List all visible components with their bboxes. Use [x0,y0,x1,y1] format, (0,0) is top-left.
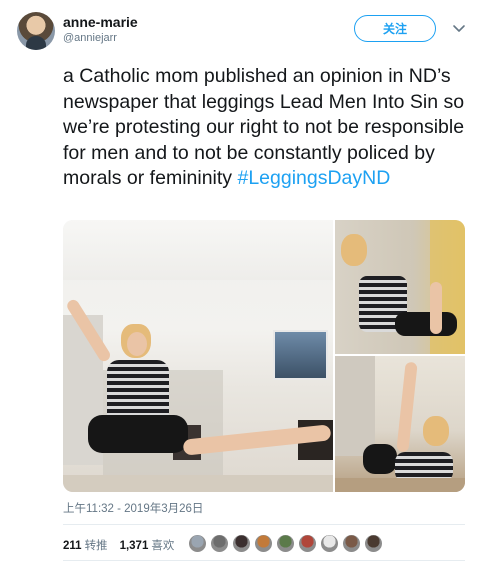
photo-bottom-right[interactable] [335,356,465,492]
timestamp[interactable]: 上午11:32 - 2019年3月26日 [63,500,203,516]
tweet-text: a Catholic mom published an opinion in N… [63,64,473,192]
follow-button[interactable]: 关注 [354,15,436,42]
liker-avatar[interactable] [320,534,339,553]
liker-avatar[interactable] [210,534,229,553]
photo-top-right[interactable] [335,220,465,354]
avatar[interactable] [17,12,55,50]
retweets-label: 转推 [84,540,108,552]
liker-avatar[interactable] [364,534,383,553]
retweets-stat[interactable]: 211 转推 [63,537,108,553]
liker-avatar[interactable] [298,534,317,553]
divider [63,524,465,525]
tweet-stats: 211 转推 1,371 喜欢 [63,537,174,553]
likes-label: 喜欢 [151,540,175,552]
liker-avatar[interactable] [342,534,361,553]
chevron-down-icon[interactable] [452,21,466,35]
liker-avatar[interactable] [276,534,295,553]
hashtag-link[interactable]: #LeggingsDayND [237,167,390,189]
divider [63,560,465,561]
likes-stat[interactable]: 1,371 喜欢 [120,537,175,553]
likes-count: 1,371 [119,540,149,552]
user-name[interactable]: anne-marie [63,14,138,30]
photo-main[interactable] [63,220,333,492]
retweets-count: 211 [63,540,82,552]
liker-avatar[interactable] [254,534,273,553]
media-grid [63,220,465,492]
liker-avatar[interactable] [188,534,207,553]
user-handle[interactable]: @anniejarr [63,32,117,44]
liker-avatar[interactable] [232,534,251,553]
liker-avatars [188,534,383,553]
